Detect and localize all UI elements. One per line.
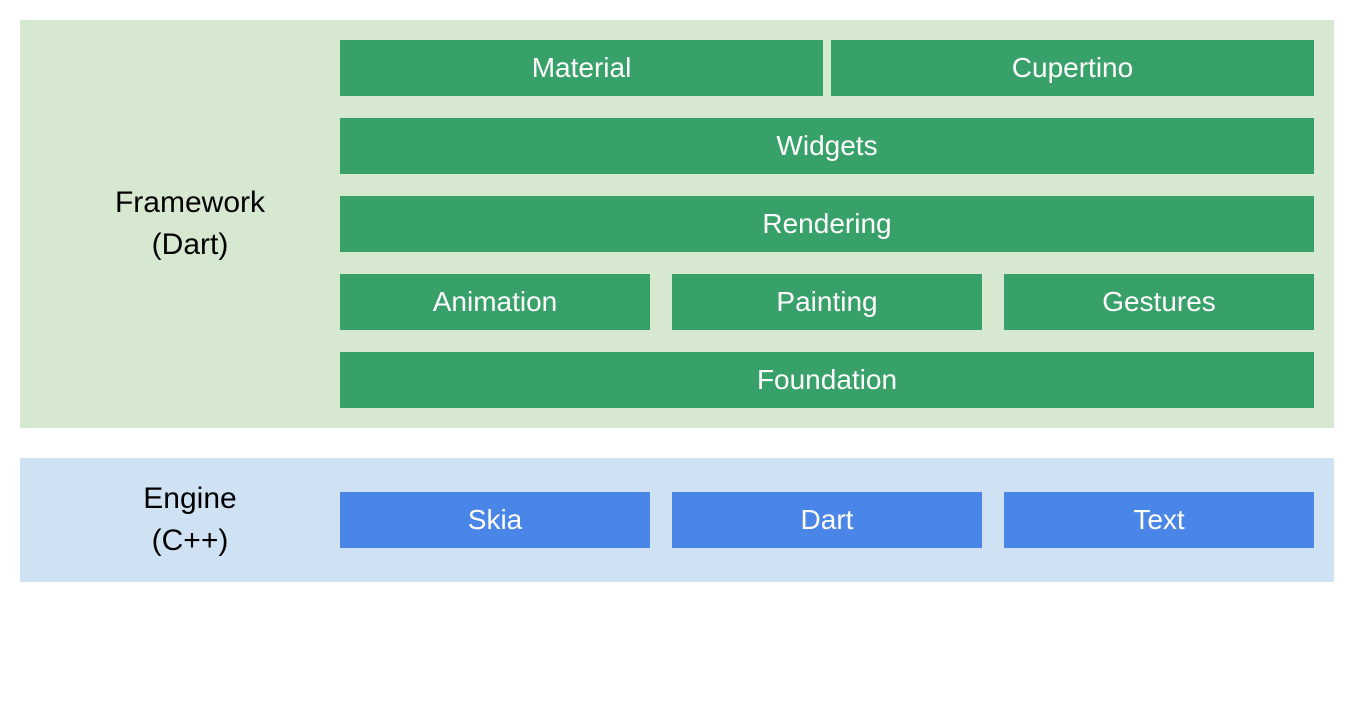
rendering-box: Rendering <box>340 196 1314 252</box>
widgets-box: Widgets <box>340 118 1314 174</box>
animation-box: Animation <box>340 274 650 330</box>
framework-label-line1: Framework <box>40 182 340 224</box>
engine-section: Engine (C++) Skia Dart Text <box>20 458 1334 582</box>
engine-label-line1: Engine <box>40 478 340 520</box>
painting-box: Painting <box>672 274 982 330</box>
framework-row-rendering: Rendering <box>340 196 1314 252</box>
engine-label: Engine (C++) <box>40 478 340 562</box>
skia-box: Skia <box>340 492 650 548</box>
cupertino-box: Cupertino <box>831 40 1314 96</box>
dart-box: Dart <box>672 492 982 548</box>
framework-row-foundation: Foundation <box>340 352 1314 408</box>
engine-row: Skia Dart Text <box>340 492 1314 548</box>
framework-row-mid: Animation Painting Gestures <box>340 274 1314 330</box>
framework-row-top: Material Cupertino <box>340 40 1314 96</box>
framework-row-widgets: Widgets <box>340 118 1314 174</box>
gestures-box: Gestures <box>1004 274 1314 330</box>
framework-section: Framework (Dart) Material Cupertino Widg… <box>20 20 1334 428</box>
framework-content: Material Cupertino Widgets Rendering Ani… <box>340 40 1314 408</box>
engine-label-line2: (C++) <box>40 520 340 562</box>
framework-label-line2: (Dart) <box>40 224 340 266</box>
foundation-box: Foundation <box>340 352 1314 408</box>
framework-label: Framework (Dart) <box>40 182 340 266</box>
text-box: Text <box>1004 492 1314 548</box>
engine-content: Skia Dart Text <box>340 492 1314 548</box>
material-box: Material <box>340 40 823 96</box>
